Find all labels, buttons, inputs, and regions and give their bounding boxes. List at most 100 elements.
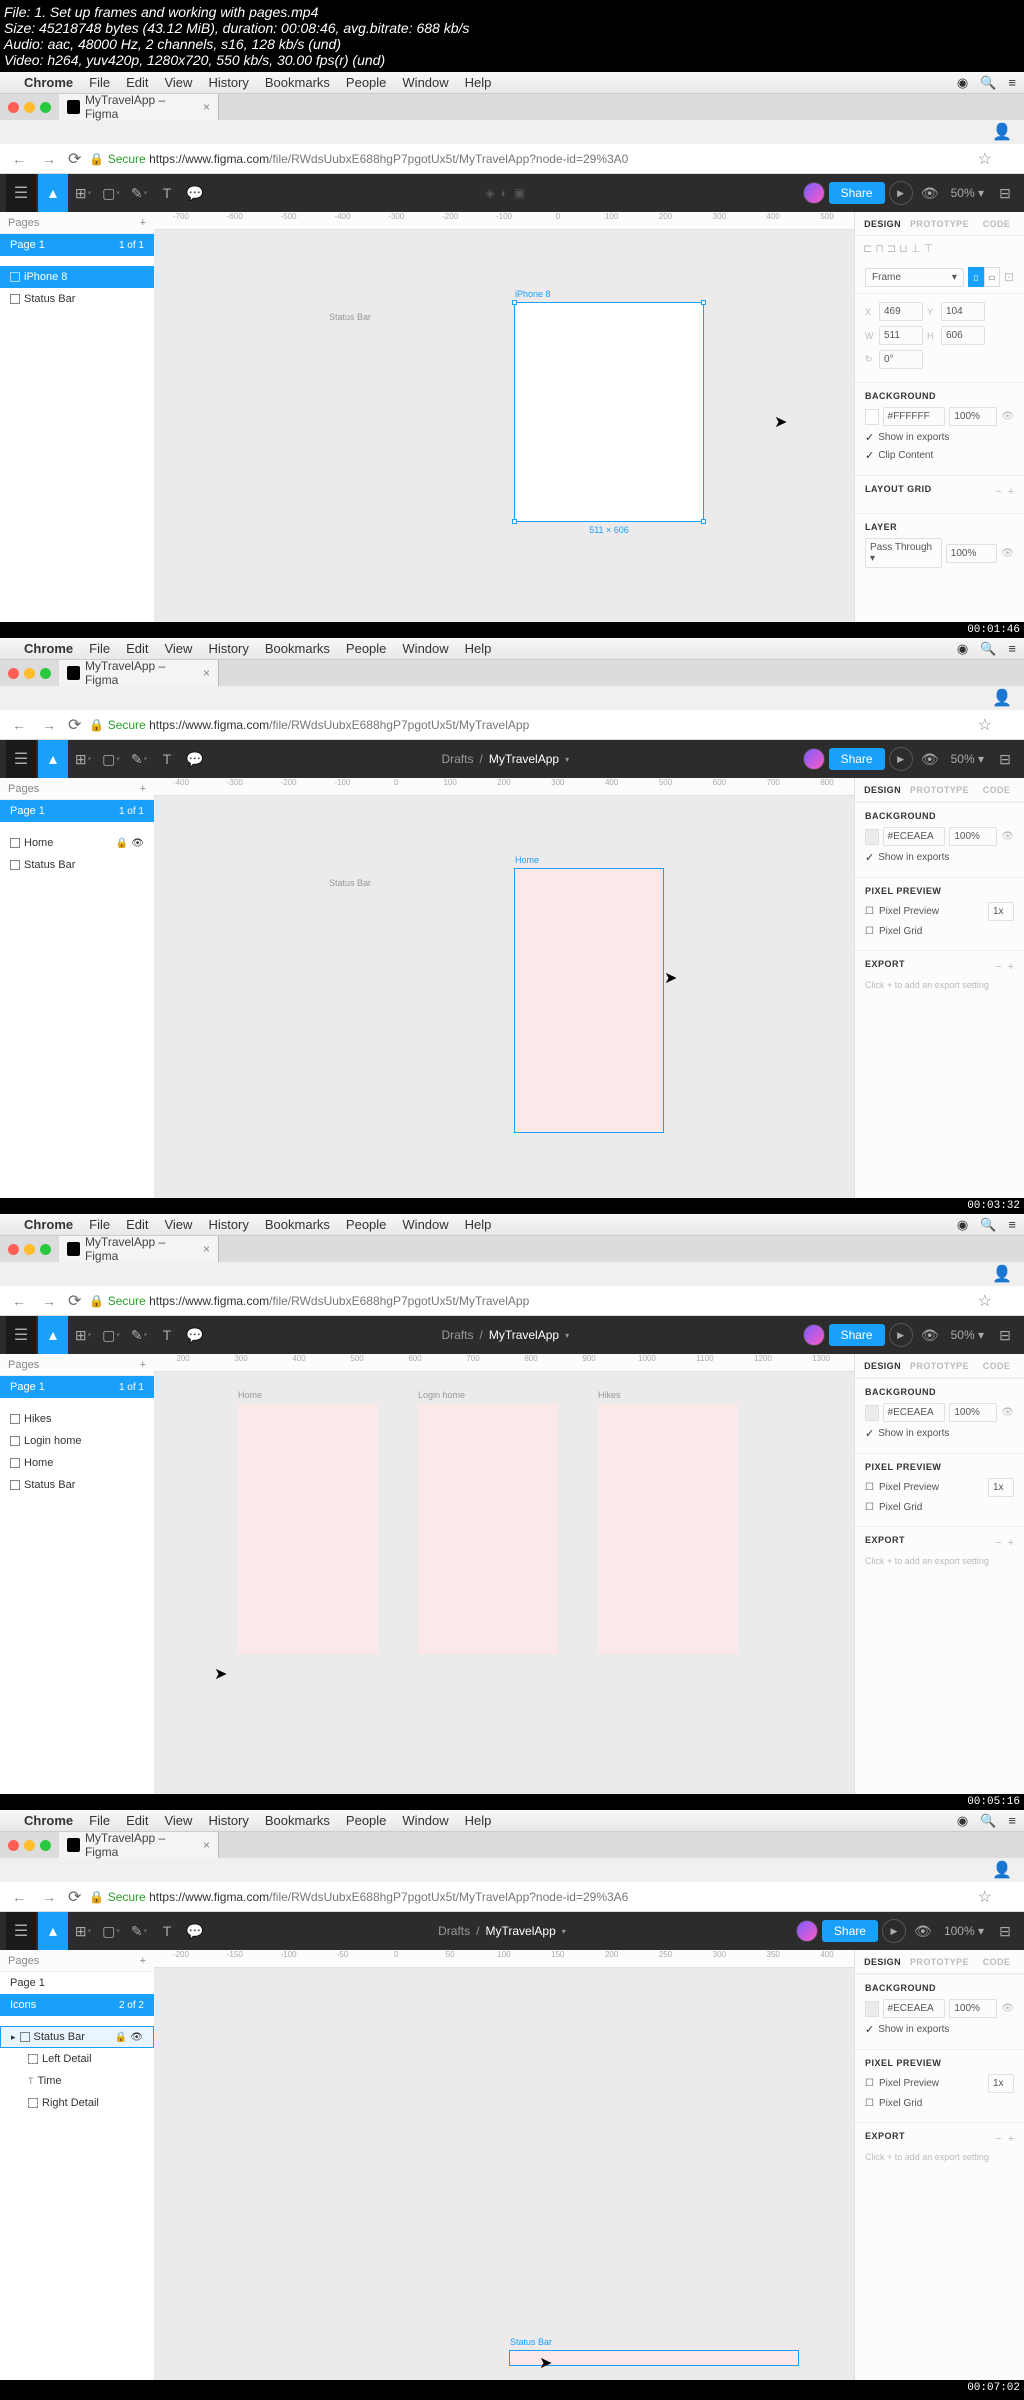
menu-people[interactable]: People — [346, 75, 386, 90]
screencast-icon[interactable]: ◉ — [957, 1813, 968, 1829]
layer-left-detail[interactable]: Left Detail — [0, 2048, 154, 2070]
browser-tab[interactable]: MyTravelApp – Figma× — [59, 660, 219, 686]
pixel-grid-toggle[interactable]: ⊟ — [992, 179, 1018, 207]
breadcrumb-project[interactable]: MyTravelApp — [489, 752, 559, 766]
bookmark-star[interactable]: ☆ — [978, 1291, 992, 1311]
add-page[interactable]: + — [140, 783, 146, 795]
h-input[interactable]: 606 — [941, 326, 985, 345]
menu-extra-icon[interactable]: ≡ — [1008, 75, 1016, 91]
portrait[interactable]: ▯ — [968, 267, 984, 287]
show-exports-check[interactable]: ✓ — [865, 851, 874, 864]
canvas-status-bar[interactable]: Status Bar — [509, 2350, 799, 2366]
plus-btn[interactable]: + — [1008, 486, 1014, 498]
tab-code[interactable]: CODE — [969, 785, 1024, 795]
tab-close[interactable]: × — [203, 1838, 210, 1852]
page-item[interactable]: Page 11 of 1 — [0, 234, 154, 256]
tab-prototype[interactable]: PROTOTYPE — [910, 1957, 969, 1967]
menu-bookmarks[interactable]: Bookmarks — [265, 1217, 330, 1232]
checkbox[interactable]: ☐ — [865, 1502, 875, 1513]
tab-design[interactable]: DESIGN — [855, 1361, 910, 1371]
pen-tool[interactable]: ✎▾ — [126, 179, 152, 207]
show-exports-check[interactable]: ✓ — [865, 2023, 874, 2036]
window-max[interactable] — [40, 102, 51, 113]
eye-icon[interactable]: 👁 — [1001, 1407, 1014, 1418]
breadcrumb-project[interactable]: MyTravelApp — [486, 1924, 556, 1938]
search-icon[interactable]: 🔍 — [980, 641, 996, 657]
tab-design[interactable]: DESIGN — [855, 219, 910, 229]
layer-status-bar[interactable]: Status Bar — [0, 854, 154, 876]
zoom-level[interactable]: 50% ▾ — [947, 1328, 988, 1342]
back-button[interactable]: ← — [8, 717, 30, 733]
pen-tool[interactable]: ✎▾ — [126, 745, 152, 773]
frame-tool[interactable]: ⊞▾ — [70, 745, 96, 773]
menu-bookmarks[interactable]: Bookmarks — [265, 75, 330, 90]
address-bar[interactable]: 🔒 Secure https://www.figma.com/file/RWds… — [89, 1890, 969, 1904]
share-button[interactable]: Share — [822, 1920, 878, 1942]
window-close[interactable] — [8, 1244, 19, 1255]
layer-right-detail[interactable]: Right Detail — [0, 2092, 154, 2114]
menu-extra-icon[interactable]: ≡ — [1008, 641, 1016, 657]
bookmark-star[interactable]: ☆ — [978, 1887, 992, 1907]
figma-menu[interactable]: ☰ — [6, 1316, 36, 1354]
menu-edit[interactable]: Edit — [126, 1217, 148, 1232]
w-input[interactable]: 511 — [879, 326, 923, 345]
reload-button[interactable]: ⟳ — [68, 1887, 81, 1907]
blend-mode[interactable]: Pass Through ▾ — [865, 538, 942, 568]
show-exports-check[interactable]: ✓ — [865, 431, 874, 444]
menu-extra-icon[interactable]: ≡ — [1008, 1217, 1016, 1233]
tab-prototype[interactable]: PROTOTYPE — [910, 219, 969, 229]
menu-view[interactable]: View — [164, 75, 192, 90]
plus-btn[interactable]: + — [1008, 2133, 1014, 2145]
search-icon[interactable]: 🔍 — [980, 75, 996, 91]
page-item-1[interactable]: Page 1 — [0, 1972, 154, 1994]
menu-window[interactable]: Window — [402, 1217, 448, 1232]
tab-design[interactable]: DESIGN — [855, 1957, 910, 1967]
minus-btn[interactable]: − — [995, 2133, 1001, 2145]
layer-status-bar[interactable]: Status Bar — [0, 288, 154, 310]
frame-tool[interactable]: ⊞▾ — [70, 1321, 96, 1349]
chrome-menu[interactable]: Chrome — [24, 641, 73, 656]
tab-close[interactable]: × — [203, 100, 210, 114]
menu-window[interactable]: Window — [402, 1813, 448, 1828]
layer-iphone8[interactable]: iPhone 8 — [0, 266, 154, 288]
forward-button[interactable]: → — [38, 1293, 60, 1309]
present-button[interactable]: ▶ — [889, 747, 913, 771]
breadcrumb-drafts[interactable]: Drafts — [441, 752, 473, 766]
bg-opacity[interactable]: 100% — [949, 827, 997, 846]
menu-bookmarks[interactable]: Bookmarks — [265, 641, 330, 656]
text-tool[interactable]: T — [154, 179, 180, 207]
profile-icon[interactable]: 👤 — [992, 1264, 1012, 1284]
pen-tool[interactable]: ✎▾ — [126, 1321, 152, 1349]
window-max[interactable] — [40, 1840, 51, 1851]
move-tool[interactable]: ▴ — [38, 740, 68, 778]
text-tool[interactable]: T — [154, 1917, 180, 1945]
menu-dots[interactable]: ⋮ — [1000, 1887, 1016, 1907]
tab-prototype[interactable]: PROTOTYPE — [910, 785, 969, 795]
shape-tool[interactable]: ▢▾ — [98, 1321, 124, 1349]
bookmark-star[interactable]: ☆ — [978, 715, 992, 735]
menu-help[interactable]: Help — [465, 641, 492, 656]
rotation-input[interactable]: 0° — [879, 350, 923, 369]
resize-fit[interactable]: ⊡ — [1004, 270, 1014, 284]
canvas-frame-iphone8[interactable]: iPhone 8 511 × 606 — [514, 302, 704, 522]
menu-file[interactable]: File — [89, 75, 110, 90]
align-tools[interactable]: ⊏ ⊓ ⊐ ⊔ ⊥ ⊤ — [855, 236, 1024, 261]
page-item-icons[interactable]: Icons2 of 2 — [0, 1994, 154, 2016]
chrome-menu[interactable]: Chrome — [24, 1217, 73, 1232]
layer-status-bar[interactable]: Status Bar — [0, 1474, 154, 1496]
eye-icon[interactable]: 👁 — [1001, 2003, 1014, 2014]
figma-menu[interactable]: ☰ — [6, 740, 36, 778]
canvas-frame-home[interactable]: Home — [514, 868, 664, 1133]
bg-opacity[interactable]: 100% — [949, 1999, 997, 2018]
present-button[interactable]: ▶ — [882, 1919, 906, 1943]
x-input[interactable]: 469 — [879, 302, 923, 321]
move-tool[interactable]: ▴ — [38, 1912, 68, 1950]
window-min[interactable] — [24, 102, 35, 113]
lock-icon[interactable]: 🔒 — [116, 838, 128, 849]
minus-btn[interactable]: − — [995, 486, 1001, 498]
browser-tab[interactable]: MyTravelApp – Figma× — [59, 1832, 219, 1858]
frame-tool[interactable]: ⊞▾ — [70, 1917, 96, 1945]
layer-home[interactable]: Home — [0, 1452, 154, 1474]
page-item[interactable]: Page 11 of 1 — [0, 800, 154, 822]
tab-code[interactable]: CODE — [969, 1361, 1024, 1371]
